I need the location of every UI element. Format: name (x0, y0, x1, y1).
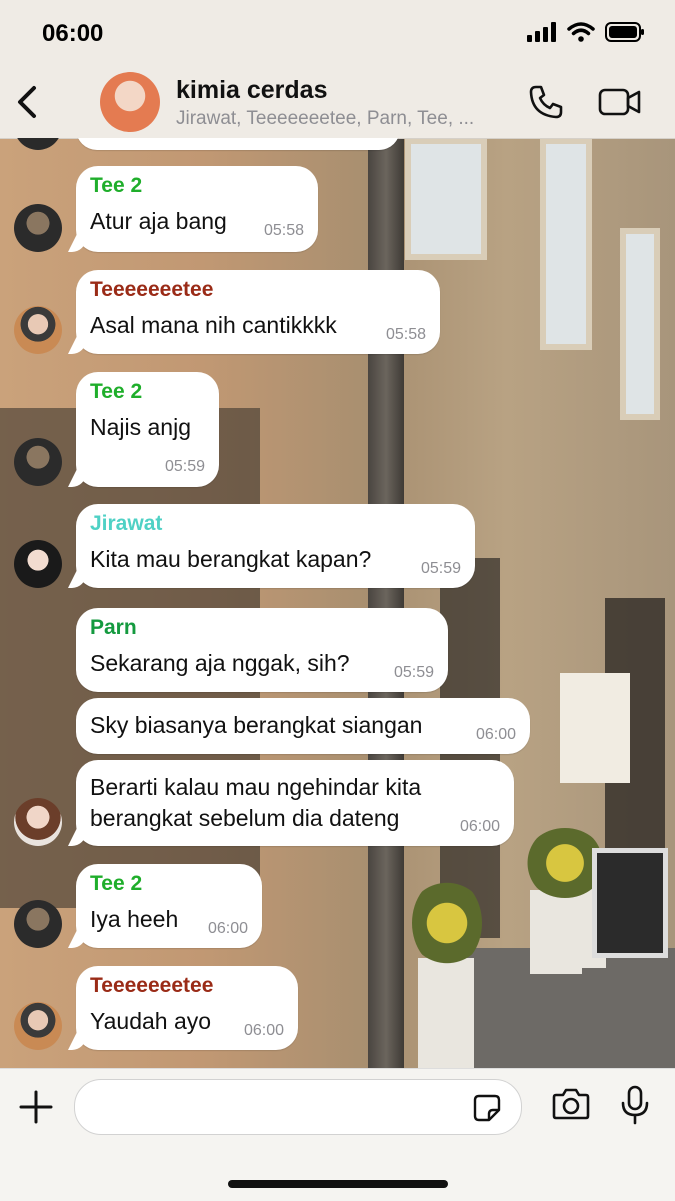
back-chevron-icon[interactable] (14, 84, 44, 120)
message-composer (0, 1068, 675, 1201)
message-input[interactable] (74, 1079, 522, 1135)
message-time: 05:58 (263, 222, 304, 239)
wifi-icon (567, 22, 595, 42)
message-time: 06:00 (459, 818, 500, 835)
message-text: Sekarang aja nggak, sih? (90, 650, 350, 676)
sender-name: Jirawat (90, 512, 163, 535)
home-indicator[interactable] (228, 1180, 448, 1188)
chat-members[interactable]: Jirawat, Teeeeeeetee, Parn, Tee, ... (176, 108, 474, 130)
user-avatar-tee2[interactable] (14, 204, 62, 252)
camera-icon[interactable] (552, 1087, 590, 1121)
user-avatar-tee2[interactable] (14, 438, 62, 486)
video-call-icon[interactable] (598, 84, 642, 120)
status-time: 06:00 (42, 20, 104, 47)
message-bubble[interactable]: Tee 2 Najis anjg 05:59 (76, 372, 219, 487)
message-time: 06:00 (243, 1022, 284, 1039)
message-text: Atur aja bang (90, 208, 227, 234)
message-time: 05:59 (420, 560, 461, 577)
message-bubble[interactable]: Teeeeeeetee Yaudah ayo 06:00 (76, 966, 298, 1050)
sender-name: Parn (90, 616, 137, 639)
chat-header: kimia cerdas Jirawat, Teeeeeeetee, Parn,… (0, 66, 675, 139)
message-text: Yaudah ayo (90, 1008, 212, 1034)
phone-icon[interactable] (528, 84, 564, 120)
microphone-icon[interactable] (620, 1085, 650, 1125)
sender-name: Tee 2 (90, 872, 143, 895)
battery-icon (605, 22, 644, 42)
chat-title[interactable]: kimia cerdas (176, 76, 328, 105)
message-list: Tee 2 Atur aja bang 05:58 Teeeeeeetee As… (0, 138, 675, 1068)
message-text: Sky biasanya berangkat siangan (90, 712, 423, 738)
user-avatar-tee2[interactable] (14, 900, 62, 948)
message-bubble[interactable]: Sky biasanya berangkat siangan 06:00 (76, 698, 530, 754)
sender-name: Tee 2 (90, 174, 143, 197)
message-time: 06:00 (207, 920, 248, 937)
message-text: Kita mau berangkat kapan? (90, 546, 372, 572)
message-bubble[interactable]: Jirawat Kita mau berangkat kapan? 05:59 (76, 504, 475, 588)
message-bubble[interactable]: Tee 2 Iya heeh 06:00 (76, 864, 262, 948)
message-text: Berarti kalau mau ngehindar kita (90, 774, 422, 800)
user-avatar-jirawat[interactable] (14, 540, 62, 588)
plus-icon[interactable] (18, 1089, 54, 1125)
message-time: 05:58 (385, 326, 426, 343)
message-bubble[interactable]: Berarti kalau mau ngehindar kita berangk… (76, 760, 514, 846)
group-avatar[interactable] (100, 72, 160, 132)
user-avatar-teeeeeeetee[interactable] (14, 1002, 62, 1050)
user-avatar-parn[interactable] (14, 798, 62, 846)
message-bubble[interactable]: Teeeeeeetee Asal mana nih cantikkkk 05:5… (76, 270, 440, 354)
sticker-icon[interactable] (473, 1094, 501, 1122)
sender-name: Teeeeeeetee (90, 974, 214, 997)
user-avatar[interactable] (14, 138, 62, 150)
sender-name: Tee 2 (90, 380, 143, 403)
message-bubble[interactable]: Tee 2 Atur aja bang 05:58 (76, 166, 318, 252)
message-text: Najis anjg (90, 414, 191, 440)
message-text: Asal mana nih cantikkkk (90, 312, 337, 338)
message-time: 05:59 (164, 458, 205, 475)
user-avatar-teeeeeeetee[interactable] (14, 306, 62, 354)
status-icons (527, 22, 645, 42)
message-bubble-partial[interactable] (76, 138, 400, 150)
message-time: 05:59 (393, 664, 434, 681)
message-time: 06:00 (475, 726, 516, 743)
message-bubble[interactable]: Parn Sekarang aja nggak, sih? 05:59 (76, 608, 448, 692)
message-text: Iya heeh (90, 906, 179, 932)
status-bar: 06:00 (0, 0, 675, 66)
sender-name: Teeeeeeetee (90, 278, 214, 301)
message-text-line2: berangkat sebelum dia dateng (90, 805, 400, 831)
signal-icon (527, 22, 556, 42)
